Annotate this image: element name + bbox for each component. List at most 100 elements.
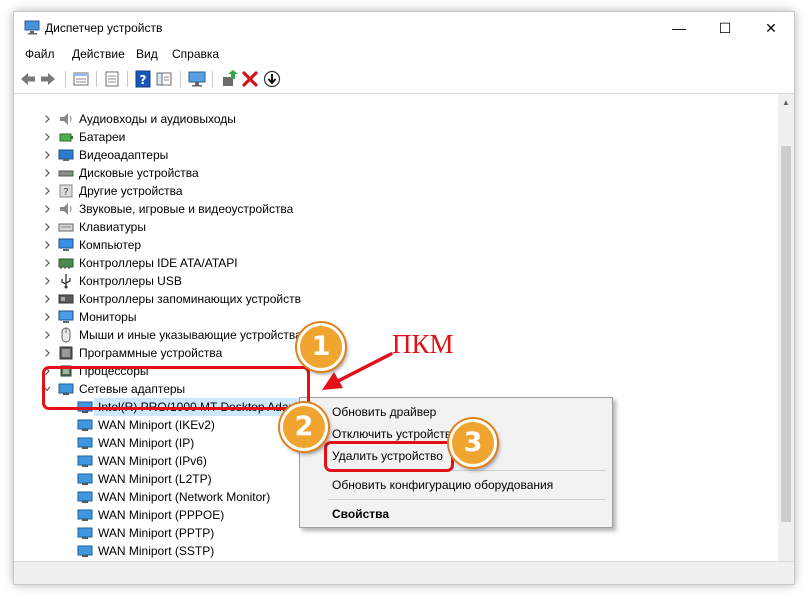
chevron-right-icon[interactable] <box>43 186 51 196</box>
chevron-right-icon[interactable] <box>43 312 51 322</box>
step-2-badge: 2 <box>280 403 328 451</box>
step-1-badge: 1 <box>297 323 345 371</box>
device-category-label: Компьютер <box>79 238 142 252</box>
device-category-label: Клавиатуры <box>79 220 146 234</box>
network-adapter-item[interactable]: WAN Miniport (SSTP) <box>14 542 778 560</box>
right-click-label: ПКМ <box>392 329 454 359</box>
device-category-label: Мониторы <box>79 310 137 324</box>
monitor-icon <box>58 310 74 323</box>
chevron-right-icon[interactable] <box>43 276 51 286</box>
close-button[interactable]: ✕ <box>748 12 794 44</box>
menu-action[interactable]: Действие <box>72 47 125 61</box>
device-category-label: Видеоадаптеры <box>79 148 169 162</box>
scroll-thumb[interactable] <box>781 146 791 522</box>
device-category-label: Контроллеры запоминающих устройств <box>79 292 301 306</box>
menu-help[interactable]: Справка <box>172 47 219 61</box>
monitor-icon[interactable] <box>188 70 206 88</box>
network-icon <box>77 437 93 449</box>
vertical-scrollbar[interactable]: ▲ ▼ <box>778 94 794 572</box>
network-adapter-label: WAN Miniport (PPPOE) <box>98 508 225 522</box>
device-category-label: Программные устройства <box>79 346 223 360</box>
uninstall-callout <box>324 441 454 472</box>
chevron-right-icon[interactable] <box>43 240 51 250</box>
computer-icon <box>58 238 74 251</box>
speaker-icon <box>60 203 72 215</box>
network-icon <box>77 527 93 539</box>
display-adapter-icon <box>58 149 74 161</box>
toolbar-separator <box>127 71 128 87</box>
toolbar-separator <box>65 71 66 87</box>
help-icon[interactable]: ? <box>134 70 152 88</box>
network-icon <box>77 455 93 467</box>
menu-view[interactable]: Вид <box>136 47 158 61</box>
storage-controller-icon <box>58 294 74 304</box>
network-icon <box>77 491 93 503</box>
speaker-icon <box>60 113 72 125</box>
network-adapter-label: WAN Miniport (IPv6) <box>98 454 207 468</box>
chevron-right-icon[interactable] <box>43 168 51 178</box>
network-adapter-label: WAN Miniport (PPTP) <box>98 526 215 540</box>
device-category[interactable]: Звуковые, игровые и видеоустройства <box>14 200 778 218</box>
view-icon[interactable] <box>155 70 173 88</box>
toolbar-separator <box>212 71 213 87</box>
network-icon <box>77 419 93 431</box>
device-category[interactable]: Контроллеры IDE ATA/ATAPI <box>14 254 778 272</box>
window-title: Диспетчер устройств <box>45 21 163 35</box>
show-hidden-icon[interactable] <box>103 70 121 88</box>
network-adapter-label: WAN Miniport (IP) <box>98 436 195 450</box>
device-category[interactable]: Аудиовходы и аудиовыходы <box>14 110 778 128</box>
context-update-driver[interactable]: Обновить драйвер <box>332 405 436 419</box>
mouse-icon <box>61 327 71 343</box>
device-category[interactable]: Дисковые устройства <box>14 164 778 182</box>
context-properties[interactable]: Свойства <box>332 507 389 521</box>
device-category[interactable]: ? Другие устройства <box>14 182 778 200</box>
device-category-label: Дисковые устройства <box>79 166 199 180</box>
device-category-label: Другие устройства <box>79 184 183 198</box>
battery-icon <box>59 133 73 142</box>
network-icon <box>77 473 93 485</box>
forward-icon[interactable] <box>39 70 57 88</box>
context-disable-device[interactable]: Отключить устройство <box>332 427 458 441</box>
chevron-right-icon[interactable] <box>43 222 51 232</box>
network-adapter-label: WAN Miniport (L2TP) <box>98 472 212 486</box>
context-separator <box>328 499 606 500</box>
step-3-badge: 3 <box>449 419 497 467</box>
device-category[interactable]: Мониторы <box>14 308 778 326</box>
toolbar-separator <box>96 71 97 87</box>
back-icon[interactable] <box>19 70 37 88</box>
device-category[interactable]: Компьютер <box>14 236 778 254</box>
svg-text:?: ? <box>140 73 147 87</box>
chevron-right-icon[interactable] <box>43 150 51 160</box>
device-category-label: Батареи <box>79 130 126 144</box>
status-bar <box>14 561 794 584</box>
menu-file[interactable]: Файл <box>25 47 55 61</box>
download-icon[interactable] <box>263 70 281 88</box>
device-category[interactable]: Контроллеры запоминающих устройств <box>14 290 778 308</box>
chevron-right-icon[interactable] <box>43 132 51 142</box>
disk-drive-icon <box>58 170 74 177</box>
svg-text:?: ? <box>63 187 68 198</box>
device-category-label: Звуковые, игровые и видеоустройства <box>79 202 294 216</box>
maximize-button[interactable]: ☐ <box>702 12 748 44</box>
uninstall-icon[interactable] <box>241 70 259 88</box>
properties-icon[interactable] <box>72 70 90 88</box>
chevron-right-icon[interactable] <box>43 258 51 268</box>
chevron-right-icon[interactable] <box>43 114 51 124</box>
device-category[interactable]: Батареи <box>14 128 778 146</box>
minimize-button[interactable]: — <box>656 12 702 44</box>
device-category[interactable]: Клавиатуры <box>14 218 778 236</box>
chevron-right-icon[interactable] <box>43 294 51 304</box>
device-category-label: Мыши и иные указывающие устройства <box>79 328 302 342</box>
chevron-right-icon[interactable] <box>43 204 51 214</box>
toolbar: ? <box>14 65 794 94</box>
keyboard-icon <box>58 223 74 232</box>
update-driver-icon[interactable] <box>220 70 238 88</box>
network-adapter-label: WAN Miniport (Network Monitor) <box>98 490 271 504</box>
context-scan-hardware-changes[interactable]: Обновить конфигурацию оборудования <box>332 478 553 492</box>
device-category[interactable]: Видеоадаптеры <box>14 146 778 164</box>
software-device-icon <box>59 346 73 360</box>
chevron-right-icon[interactable] <box>43 348 51 358</box>
device-category[interactable]: Контроллеры USB <box>14 272 778 290</box>
chevron-right-icon[interactable] <box>43 330 51 340</box>
scroll-up-button[interactable]: ▲ <box>778 94 794 111</box>
